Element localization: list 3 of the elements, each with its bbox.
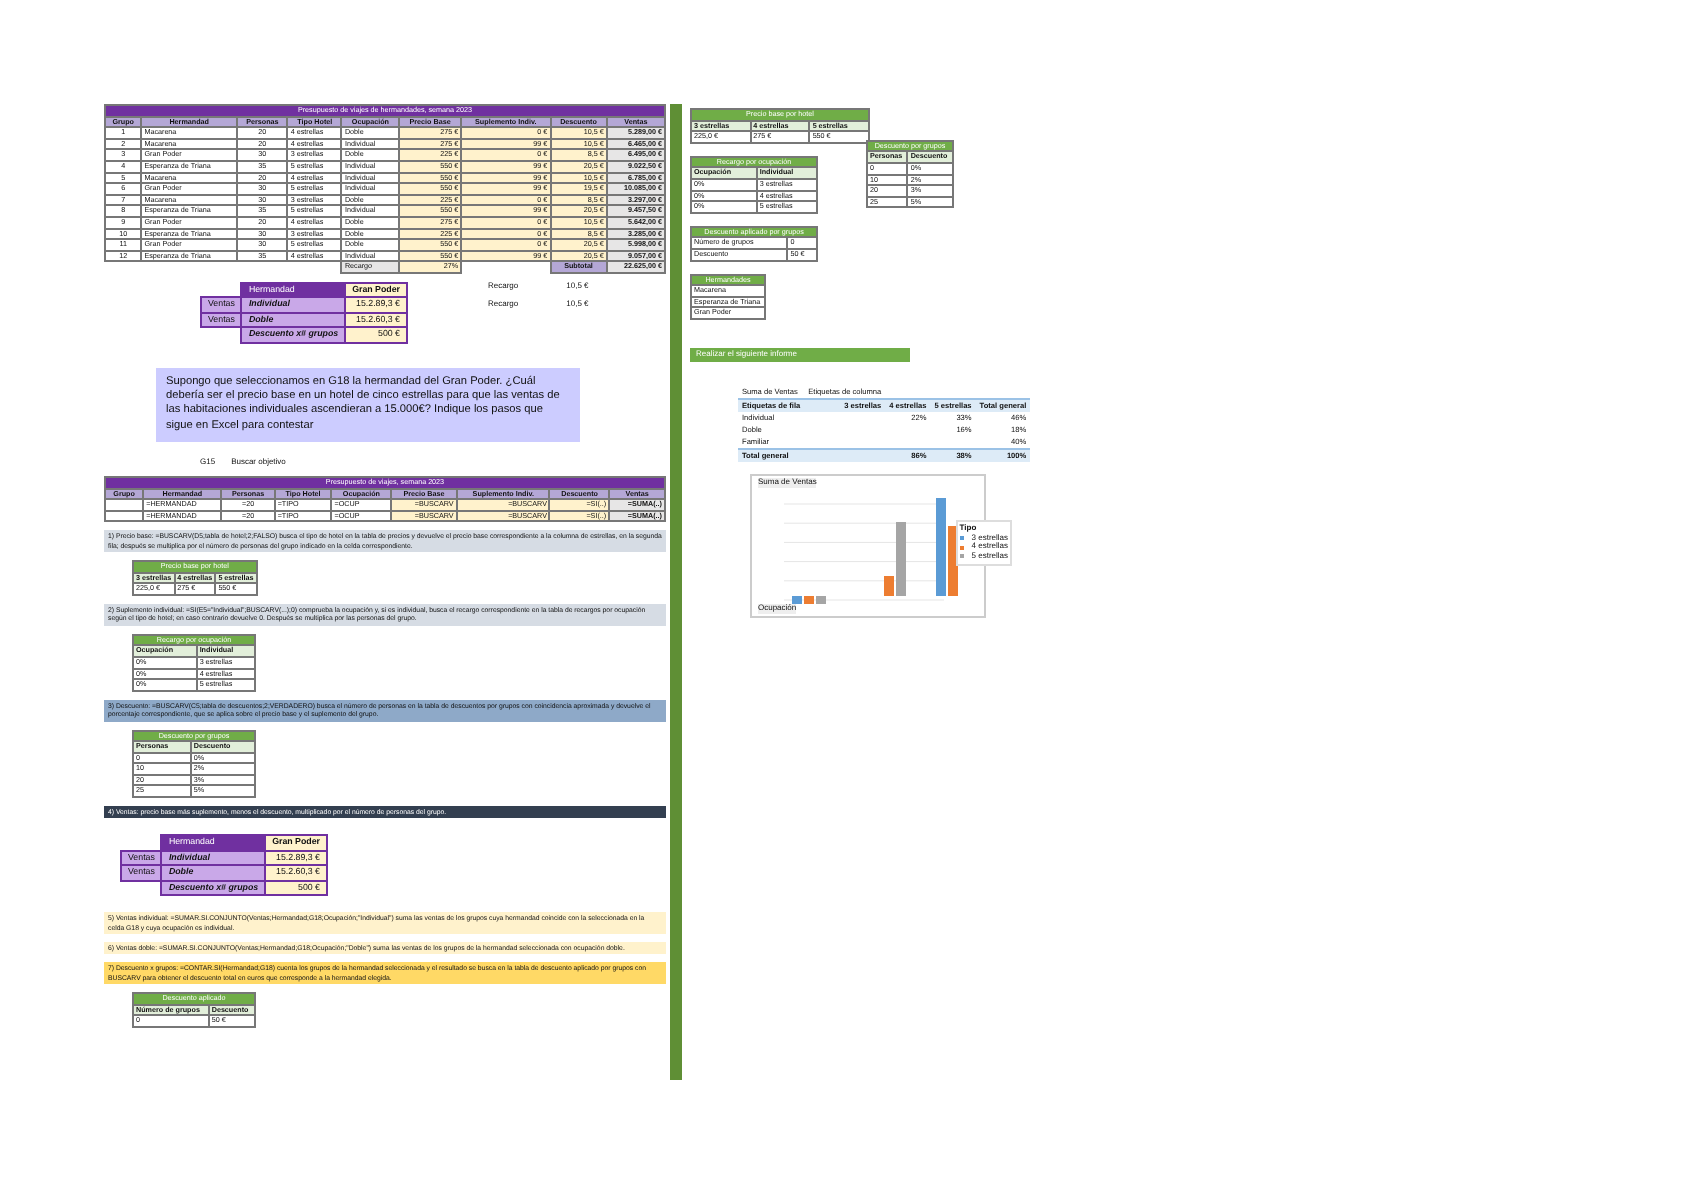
- legend-swatch: [959, 554, 964, 559]
- legend-swatch: [959, 545, 964, 550]
- legend-swatch: [959, 535, 964, 540]
